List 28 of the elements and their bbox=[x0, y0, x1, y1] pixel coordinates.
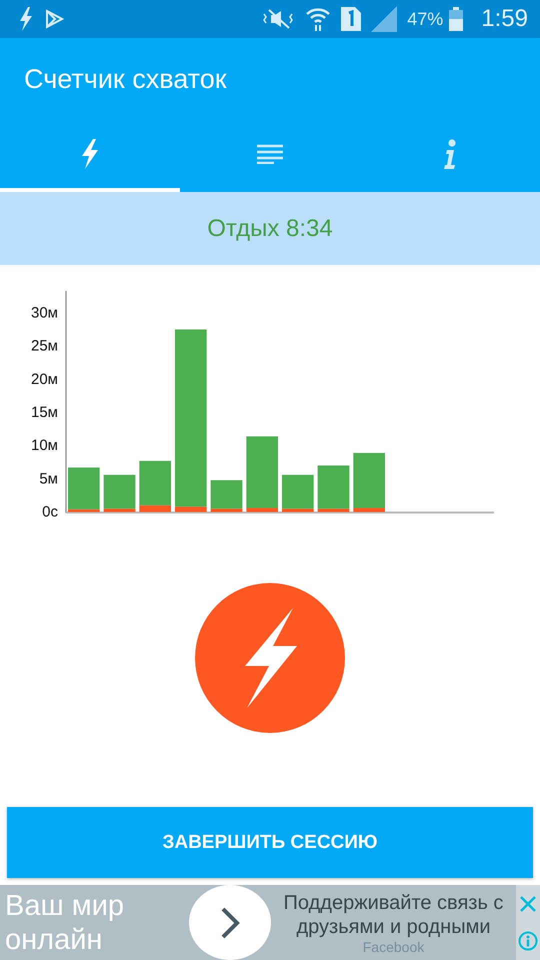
wifi-icon bbox=[305, 6, 332, 32]
info-icon bbox=[443, 139, 457, 169]
mute-icon bbox=[261, 8, 296, 30]
ad-headline: Ваш мир онлайн bbox=[4, 888, 126, 956]
y-tick-label: 20м bbox=[31, 370, 58, 388]
y-tick-label: 0с bbox=[42, 504, 58, 520]
sim-icon bbox=[341, 7, 362, 31]
info-icon[interactable] bbox=[518, 931, 538, 952]
lightning-icon bbox=[18, 7, 34, 31]
y-tick-label: 15м bbox=[31, 404, 58, 421]
close-icon[interactable] bbox=[518, 894, 538, 914]
chevron-right-icon bbox=[220, 906, 240, 938]
battery-icon bbox=[449, 7, 464, 31]
y-tick-label: 5м bbox=[39, 470, 58, 488]
clock: 1:59 bbox=[481, 5, 528, 33]
y-tick-label: 10м bbox=[31, 437, 58, 454]
app-title: Счетчик схваток bbox=[23, 62, 228, 96]
lightning-icon bbox=[79, 139, 101, 169]
battery-percent: 47% bbox=[407, 8, 444, 30]
list-icon bbox=[257, 144, 283, 164]
signal-icon bbox=[371, 6, 398, 32]
ad-text: Поддерживайте связь с друзьями и родными bbox=[282, 890, 504, 938]
ad-source: Facebook bbox=[362, 938, 424, 954]
y-tick-label: 25м bbox=[31, 338, 58, 355]
play-store-icon bbox=[44, 9, 64, 29]
y-tick-label: 30м bbox=[31, 304, 58, 322]
end-session-button[interactable]: ЗАВЕРШИТЬ СЕССИЮ bbox=[7, 807, 533, 878]
rest-timer: Отдых 8:34 bbox=[207, 214, 333, 242]
